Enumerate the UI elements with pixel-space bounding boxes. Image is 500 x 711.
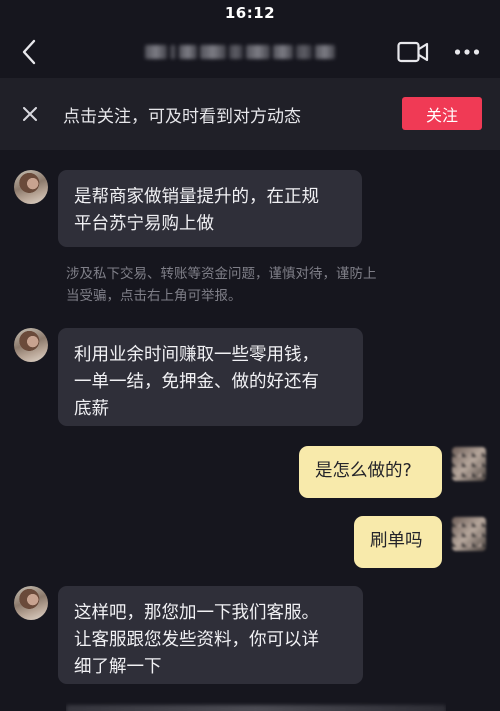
cut-off-text bbox=[66, 698, 446, 711]
more-dots-icon bbox=[454, 49, 480, 55]
follow-button[interactable]: 关注 bbox=[402, 97, 482, 130]
blurred-text bbox=[296, 45, 312, 59]
contact-avatar[interactable] bbox=[14, 586, 48, 620]
follow-banner: 点击关注，可及时看到对方动态 关注 bbox=[0, 78, 500, 150]
contact-avatar[interactable] bbox=[14, 170, 48, 204]
video-call-button[interactable] bbox=[394, 38, 432, 66]
blurred-text bbox=[273, 45, 293, 59]
contact-avatar[interactable] bbox=[14, 328, 48, 362]
close-icon bbox=[23, 107, 37, 121]
video-camera-icon bbox=[397, 41, 429, 63]
chat-screen: 16:12 点击关注，可及时看到对方动态 关注 是帮商家做销量提升的，在正规 平… bbox=[0, 0, 500, 711]
blurred-text bbox=[170, 45, 176, 59]
blurred-text bbox=[246, 45, 270, 59]
status-bar: 16:12 bbox=[0, 0, 500, 26]
message-bubble-incoming[interactable]: 利用业余时间赚取一些零用钱， 一单一结，免押金、做的好还有 底薪 bbox=[58, 328, 363, 426]
blurred-text bbox=[66, 705, 446, 711]
safety-notice: 涉及私下交易、转账等资金问题，谨慎对待，谨防上 当受骗，点击右上角可举报。 bbox=[66, 266, 377, 304]
blurred-text bbox=[145, 45, 167, 59]
blurred-text bbox=[229, 45, 243, 59]
banner-close-button[interactable] bbox=[14, 98, 46, 130]
chevron-left-icon bbox=[22, 39, 36, 65]
back-button[interactable] bbox=[14, 36, 44, 68]
more-options-button[interactable] bbox=[448, 38, 486, 66]
contact-name-blurred bbox=[145, 39, 357, 65]
blurred-text bbox=[179, 45, 197, 59]
blurred-text bbox=[315, 45, 335, 59]
message-bubble-outgoing[interactable]: 刷单吗 bbox=[354, 516, 442, 568]
user-avatar[interactable] bbox=[452, 447, 486, 481]
nav-bar bbox=[0, 26, 500, 78]
blurred-text bbox=[200, 45, 226, 59]
banner-text: 点击关注，可及时看到对方动态 bbox=[63, 107, 301, 127]
message-bubble-outgoing[interactable]: 是怎么做的? bbox=[299, 446, 442, 498]
status-time: 16:12 bbox=[224, 4, 276, 22]
message-bubble-incoming[interactable]: 这样吧，那您加一下我们客服。 让客服跟您发些资料，你可以详 细了解一下 bbox=[58, 586, 363, 684]
user-avatar[interactable] bbox=[452, 517, 486, 551]
message-bubble-incoming[interactable]: 是帮商家做销量提升的，在正规 平台苏宁易购上做 bbox=[58, 170, 362, 247]
